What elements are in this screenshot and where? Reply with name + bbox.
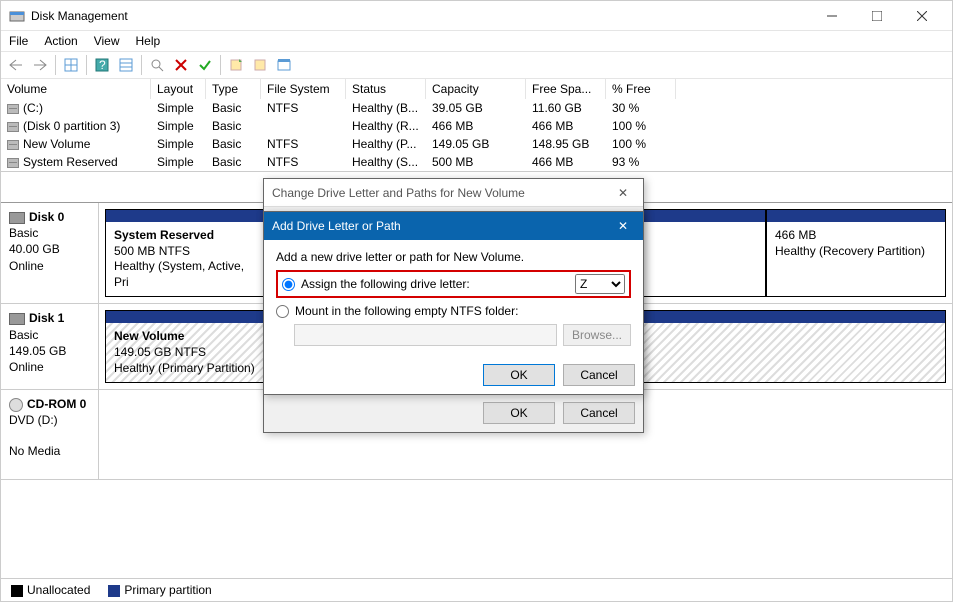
menu-bar: File Action View Help — [1, 31, 952, 51]
title-bar: Disk Management — [1, 1, 952, 31]
toolbar-list-icon[interactable] — [115, 54, 137, 76]
check-icon[interactable] — [194, 54, 216, 76]
cancel-button[interactable]: Cancel — [563, 402, 635, 424]
close-icon[interactable]: ✕ — [611, 186, 635, 200]
assign-letter-row: Assign the following drive letter: Z — [276, 270, 631, 298]
assign-letter-radio[interactable] — [282, 278, 295, 291]
disk-label[interactable]: Disk 0 Basic 40.00 GB Online — [1, 203, 99, 303]
table-header: Volume Layout Type File System Status Ca… — [1, 79, 952, 99]
cdrom-icon — [9, 398, 23, 412]
toolbar-props-icon[interactable] — [273, 54, 295, 76]
dialog-title: Change Drive Letter and Paths for New Vo… — [272, 186, 525, 200]
folder-path-input — [294, 324, 557, 346]
col-volume[interactable]: Volume — [1, 79, 151, 99]
legend: Unallocated Primary partition — [1, 578, 952, 601]
partition[interactable]: System Reserved 500 MB NTFS Healthy (Sys… — [105, 209, 265, 297]
menu-help[interactable]: Help — [136, 34, 161, 48]
table-row[interactable]: (Disk 0 partition 3) SimpleBasicHealthy … — [1, 117, 952, 135]
table-row[interactable]: System Reserved SimpleBasicNTFSHealthy (… — [1, 153, 952, 171]
toolbar-grid-icon[interactable] — [60, 54, 82, 76]
drive-letter-select[interactable]: Z — [575, 274, 625, 294]
cancel-button[interactable]: Cancel — [563, 364, 635, 386]
browse-button: Browse... — [563, 324, 631, 346]
svg-text:?: ? — [99, 58, 106, 72]
col-status[interactable]: Status — [346, 79, 426, 99]
disk-icon — [9, 313, 25, 325]
minimize-button[interactable] — [809, 1, 854, 31]
swatch-unallocated — [11, 585, 23, 597]
drive-icon — [7, 158, 19, 168]
app-icon — [9, 8, 25, 24]
col-free[interactable]: Free Spa... — [526, 79, 606, 99]
back-button[interactable] — [5, 54, 27, 76]
close-icon[interactable]: ✕ — [611, 219, 635, 233]
partition[interactable]: 466 MB Healthy (Recovery Partition) — [766, 209, 946, 297]
swatch-primary — [108, 585, 120, 597]
volume-table: Volume Layout Type File System Status Ca… — [1, 79, 952, 172]
col-layout[interactable]: Layout — [151, 79, 206, 99]
toolbar-note-icon[interactable] — [249, 54, 271, 76]
dialog-intro: Add a new drive letter or path for New V… — [276, 250, 631, 264]
delete-icon[interactable] — [170, 54, 192, 76]
ok-button[interactable]: OK — [483, 364, 555, 386]
col-pct[interactable]: % Free — [606, 79, 676, 99]
toolbar-new-icon[interactable] — [225, 54, 247, 76]
help-icon[interactable]: ? — [91, 54, 113, 76]
disk-label[interactable]: CD-ROM 0 DVD (D:) No Media — [1, 390, 99, 479]
dialog-title: Add Drive Letter or Path — [272, 219, 401, 233]
drive-icon — [7, 104, 19, 114]
disk-label[interactable]: Disk 1 Basic 149.05 GB Online — [1, 304, 99, 389]
toolbar: ? — [1, 51, 952, 79]
mount-folder-radio[interactable] — [276, 305, 289, 318]
col-capacity[interactable]: Capacity — [426, 79, 526, 99]
table-row[interactable]: New Volume SimpleBasicNTFSHealthy (P...1… — [1, 135, 952, 153]
table-row[interactable]: (C:) SimpleBasicNTFSHealthy (B...39.05 G… — [1, 99, 952, 117]
toolbar-find-icon[interactable] — [146, 54, 168, 76]
close-button[interactable] — [899, 1, 944, 31]
add-drive-letter-dialog: Add Drive Letter or Path ✕ Add a new dri… — [263, 211, 644, 395]
menu-action[interactable]: Action — [44, 34, 77, 48]
col-filesystem[interactable]: File System — [261, 79, 346, 99]
menu-view[interactable]: View — [94, 34, 120, 48]
menu-file[interactable]: File — [9, 34, 28, 48]
drive-icon — [7, 140, 19, 150]
col-type[interactable]: Type — [206, 79, 261, 99]
ok-button[interactable]: OK — [483, 402, 555, 424]
drive-icon — [7, 122, 19, 132]
window-title: Disk Management — [31, 9, 809, 23]
disk-icon — [9, 212, 25, 224]
maximize-button[interactable] — [854, 1, 899, 31]
forward-button[interactable] — [29, 54, 51, 76]
